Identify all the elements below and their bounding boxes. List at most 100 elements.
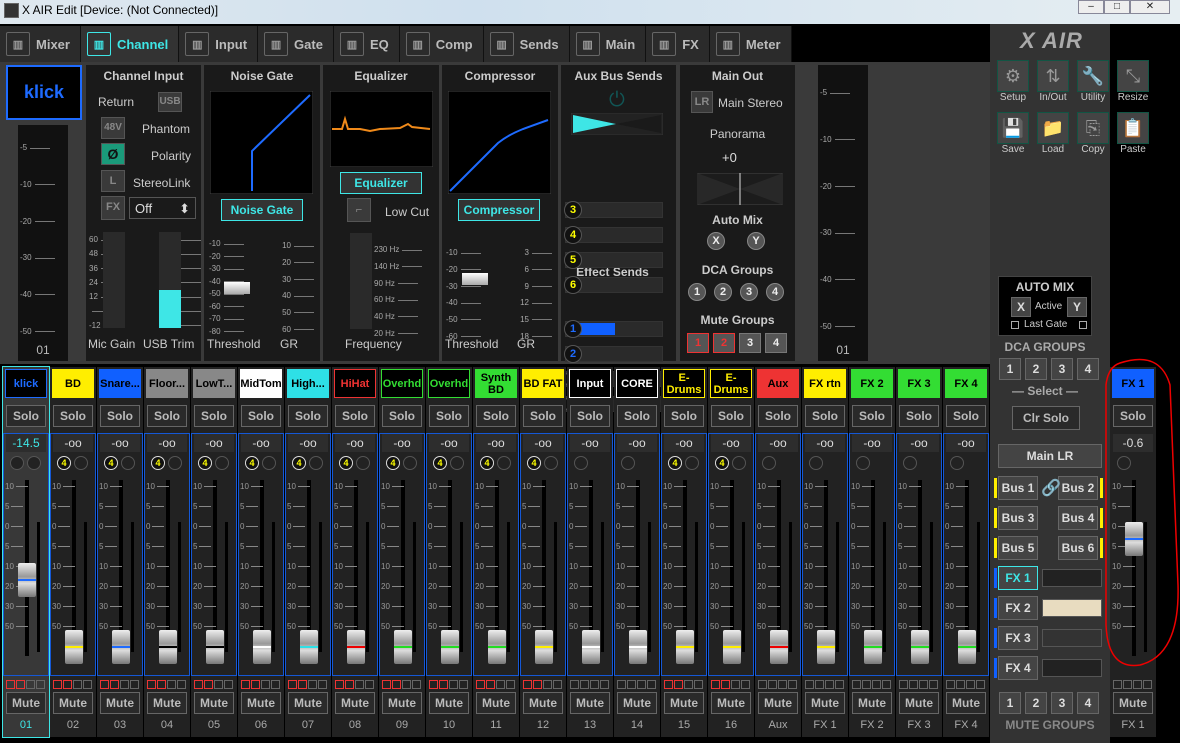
strip-name[interactable]: FX rtn bbox=[804, 369, 846, 398]
strip-name[interactable]: BD bbox=[52, 369, 94, 398]
mute-button[interactable]: Mute bbox=[852, 692, 892, 714]
solo-button[interactable]: Solo bbox=[288, 405, 328, 427]
low-cut-button[interactable]: ⌐ bbox=[347, 198, 371, 222]
gate-threshold-slider[interactable] bbox=[224, 282, 250, 294]
solo-button[interactable]: Solo bbox=[147, 405, 187, 427]
strip-name[interactable]: High... bbox=[287, 369, 329, 398]
tab-eq[interactable]: ▥ EQ bbox=[333, 26, 400, 62]
automix-y-button[interactable]: Y bbox=[747, 232, 765, 250]
mute-button[interactable]: Mute bbox=[805, 692, 845, 714]
mute-button[interactable]: Mute bbox=[899, 692, 939, 714]
fx-4-select-button[interactable]: FX 4 bbox=[998, 656, 1038, 680]
solo-button[interactable]: Solo bbox=[523, 405, 563, 427]
fader-knob[interactable] bbox=[441, 630, 459, 664]
strip-name[interactable]: Overhd bbox=[381, 369, 423, 398]
strip-name[interactable]: FX 2 bbox=[851, 369, 893, 398]
solo-button[interactable]: Solo bbox=[429, 405, 469, 427]
tab-comp[interactable]: ▥ Comp bbox=[399, 26, 484, 62]
tab-main[interactable]: ▥ Main bbox=[569, 26, 647, 62]
aux-send-3[interactable]: 3 bbox=[564, 201, 663, 219]
resize-button[interactable]: ⤡ Resize bbox=[1115, 60, 1151, 110]
strip-name[interactable]: FX 3 bbox=[898, 369, 940, 398]
fx-send-1[interactable]: 1 bbox=[564, 320, 663, 338]
dca-group-4-button[interactable]: 4 bbox=[1077, 358, 1099, 380]
lr-button[interactable]: LR bbox=[691, 91, 713, 113]
bus-2-button[interactable]: Bus 2 bbox=[1058, 476, 1098, 500]
tab-mixer[interactable]: ▥ Mixer bbox=[0, 26, 81, 62]
power-icon[interactable]: ⏻ bbox=[609, 89, 625, 112]
main-lr-button[interactable]: Main LR bbox=[998, 444, 1102, 468]
noise-gate-button[interactable]: Noise Gate bbox=[221, 199, 303, 221]
dca-group-3-button[interactable]: 3 bbox=[1051, 358, 1073, 380]
pan-control[interactable] bbox=[697, 173, 783, 205]
polarity-button[interactable]: Ø bbox=[101, 143, 125, 165]
bus-3-button[interactable]: Bus 3 bbox=[998, 506, 1038, 530]
fader-knob[interactable] bbox=[112, 630, 130, 664]
usb-trim-slider[interactable] bbox=[159, 232, 181, 328]
mute-button[interactable]: Mute bbox=[147, 692, 187, 714]
solo-button[interactable]: Solo bbox=[335, 405, 375, 427]
fader-knob[interactable] bbox=[629, 630, 647, 664]
solo-button[interactable]: Solo bbox=[241, 405, 281, 427]
save-button[interactable]: 💾 Save bbox=[995, 112, 1031, 162]
fader-knob[interactable] bbox=[817, 630, 835, 664]
fader-knob[interactable] bbox=[18, 562, 36, 597]
fader-knob[interactable] bbox=[159, 630, 177, 664]
phantom-button[interactable]: 48V bbox=[101, 117, 125, 139]
solo-button[interactable]: Solo bbox=[476, 405, 516, 427]
mute-button[interactable]: Mute bbox=[946, 692, 986, 714]
bus-5-button[interactable]: Bus 5 bbox=[998, 536, 1038, 560]
mute-group-2-button[interactable]: 2 bbox=[713, 333, 735, 353]
mute-button[interactable]: Mute bbox=[711, 692, 751, 714]
strip-name[interactable]: LowT... bbox=[193, 369, 235, 398]
solo-button[interactable]: Solo bbox=[946, 405, 986, 427]
fx-4-thumbnail[interactable] bbox=[1042, 659, 1102, 677]
mute-button[interactable]: Mute bbox=[570, 692, 610, 714]
mute-button[interactable]: Mute bbox=[100, 692, 140, 714]
minimize-button[interactable]: – bbox=[1078, 0, 1104, 14]
mute-group-1-button[interactable]: 1 bbox=[687, 333, 709, 353]
solo-button[interactable]: Solo bbox=[6, 405, 46, 427]
copy-button[interactable]: ⎘ Copy bbox=[1075, 112, 1111, 162]
mute-group-1-select[interactable]: 1 bbox=[999, 692, 1021, 714]
fader-knob[interactable] bbox=[723, 630, 741, 664]
mute-group-4-button[interactable]: 4 bbox=[765, 333, 787, 353]
dca-2-button[interactable]: 2 bbox=[714, 283, 732, 301]
fx-3-select-button[interactable]: FX 3 bbox=[998, 626, 1038, 650]
fader-knob[interactable] bbox=[770, 630, 788, 664]
solo-button[interactable]: Solo bbox=[53, 405, 93, 427]
strip-name[interactable]: FX 4 bbox=[945, 369, 987, 398]
solo-button[interactable]: Solo bbox=[382, 405, 422, 427]
mute-group-4-select[interactable]: 4 bbox=[1077, 692, 1099, 714]
send-pan-control[interactable] bbox=[571, 113, 663, 135]
strip-name[interactable]: Floor... bbox=[146, 369, 188, 398]
mute-button[interactable]: Mute bbox=[194, 692, 234, 714]
solo-button[interactable]: Solo bbox=[805, 405, 845, 427]
strip-name[interactable]: Overhd bbox=[428, 369, 470, 398]
fader-knob[interactable] bbox=[958, 630, 976, 664]
mute-group-2-select[interactable]: 2 bbox=[1025, 692, 1047, 714]
strip-name[interactable]: Aux bbox=[757, 369, 799, 398]
mute-button[interactable]: Mute bbox=[53, 692, 93, 714]
solo-button[interactable]: Solo bbox=[758, 405, 798, 427]
dca-group-2-button[interactable]: 2 bbox=[1025, 358, 1047, 380]
stereolink-button[interactable]: L bbox=[101, 170, 125, 192]
fader-knob[interactable] bbox=[582, 630, 600, 664]
strip-name[interactable]: Snare... bbox=[99, 369, 141, 398]
dca-1-button[interactable]: 1 bbox=[688, 283, 706, 301]
tab-channel[interactable]: ▥ Channel bbox=[80, 26, 180, 62]
aux-send-4[interactable]: 4 bbox=[564, 226, 663, 244]
bus-6-button[interactable]: Bus 6 bbox=[1058, 536, 1098, 560]
fx-insert-select[interactable]: Off ⬍ bbox=[129, 197, 196, 219]
last-gate-checkbox-x[interactable] bbox=[1011, 321, 1019, 329]
fx-2-select-button[interactable]: FX 2 bbox=[998, 596, 1038, 620]
fader-knob[interactable] bbox=[65, 630, 83, 664]
tab-fx[interactable]: ▥ FX bbox=[646, 26, 710, 62]
aux-send-6[interactable]: 6 bbox=[564, 276, 663, 294]
tab-meter[interactable]: ▥ Meter bbox=[709, 26, 792, 62]
fader-knob[interactable] bbox=[300, 630, 318, 664]
close-button[interactable]: ✕ bbox=[1130, 0, 1170, 14]
setup-button[interactable]: ⚙ Setup bbox=[995, 60, 1031, 110]
load-button[interactable]: 📁 Load bbox=[1035, 112, 1071, 162]
fader-knob[interactable] bbox=[347, 630, 365, 664]
